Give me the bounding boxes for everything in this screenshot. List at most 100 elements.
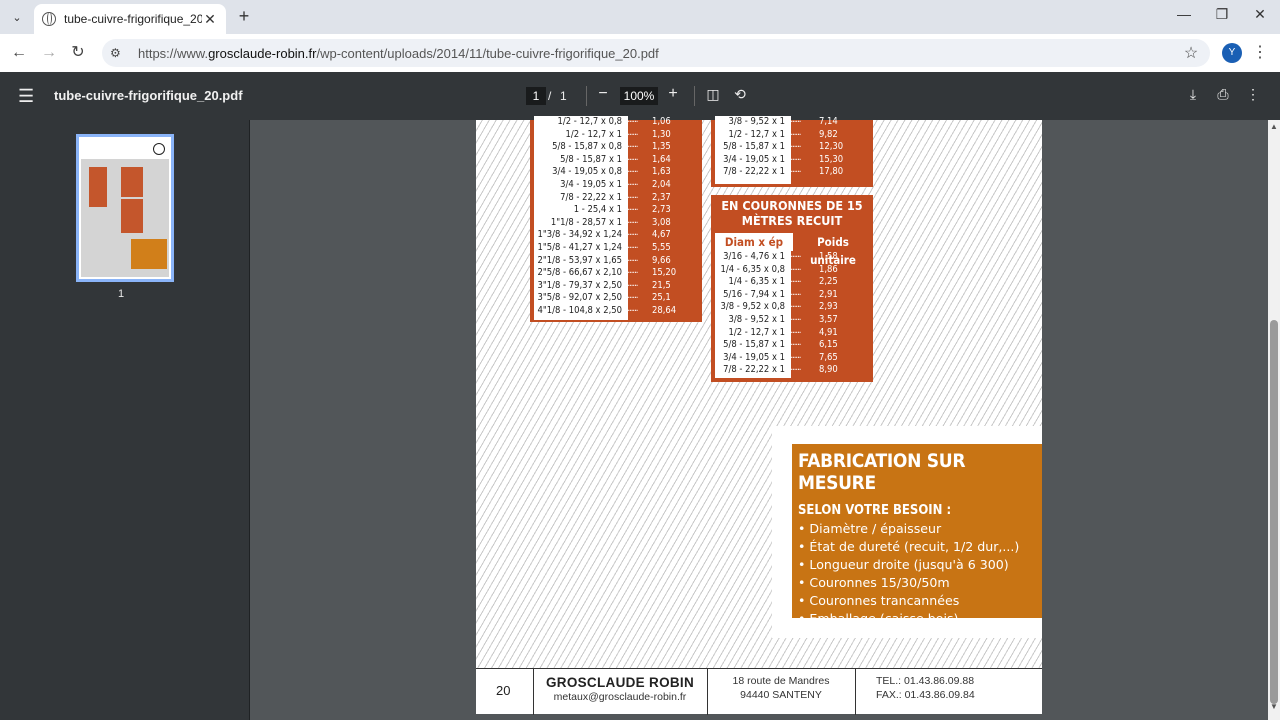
table-row: 3"5/8 - 92,07 x 2,50........ 25,1 (534, 290, 698, 305)
leader-dots: ........ (787, 311, 801, 323)
footer-address-line2: 94440 SANTENY (740, 689, 822, 701)
page-number-input[interactable]: 1 (526, 87, 546, 105)
new-tab-plus-icon[interactable]: + (234, 6, 254, 27)
weight-cell: 15,30 (819, 153, 844, 165)
couronnes-table: 3/16 - 4,76 x 1........ 1,58 1/4 - 6,35 x … (715, 249, 869, 377)
site-info-icon[interactable]: ⚙ (110, 46, 130, 60)
leader-dots: ........ (624, 252, 638, 264)
thumbnail-preview (81, 139, 169, 277)
weight-cell: 17,80 (819, 166, 844, 178)
fabrication-item: • Couronnes trancannées (798, 593, 960, 608)
fit-to-page-icon[interactable]: ◫ (703, 86, 723, 103)
weight-cell: 25,1 (652, 292, 671, 304)
bookmark-star-icon[interactable]: ☆ (1180, 43, 1202, 63)
fabrication-list: • Diamètre / épaisseur • État de dureté (… (798, 521, 1036, 626)
leader-dots: ........ (624, 302, 638, 314)
table-row: 1"1/8 - 28,57 x 1........ 3,08 (534, 215, 698, 230)
page-separator: / (548, 89, 552, 103)
tab-search-chevron-icon[interactable]: ⌄ (6, 6, 28, 28)
footer-tel: TEL.: 01.43.86.09.88 (876, 675, 975, 687)
fabrication-title: FABRICATION SUR MESURE (798, 450, 966, 494)
weight-cell: 1,06 (652, 116, 671, 127)
weight-cell: 1,63 (652, 166, 671, 178)
table-row: 2"5/8 - 66,67 x 2,10........ 15,20 (534, 265, 698, 280)
diameter-cell: 1"1/8 - 28,57 x 1 (550, 216, 622, 228)
thumbnail-table (89, 167, 107, 207)
tab-title: tube-cuivre-frigorifique_20.pdf (64, 12, 202, 26)
restore-icon[interactable]: ❐ (1210, 6, 1234, 23)
leader-dots: ........ (787, 299, 801, 311)
scroll-thumb[interactable] (1270, 320, 1278, 704)
browser-toolbar: ← → ↻ ⚙ https://www.grosclaude-robin.fr/… (0, 34, 1280, 72)
vertical-scrollbar[interactable]: ▲ ▼ (1268, 120, 1280, 720)
url-text[interactable]: https://www.grosclaude-robin.fr/wp-conte… (138, 46, 1180, 61)
leader-dots: ........ (787, 324, 801, 336)
profile-avatar[interactable]: Y (1222, 43, 1242, 63)
weight-cell: 4,67 (652, 229, 671, 241)
diameter-cell: 3/4 - 19,05 x 1 (723, 351, 785, 363)
diameter-cell: 3/4 - 19,05 x 0,8 (552, 166, 622, 178)
weight-cell: 5,55 (652, 241, 671, 253)
table-row: 7/8 - 22,22 x 1........ 2,37 (534, 190, 698, 205)
footer-address-line1: 18 route de Mandres (732, 675, 830, 687)
back-arrow-icon[interactable]: ← (8, 42, 30, 64)
diameter-cell: 3/8 - 9,52 x 1 (728, 116, 785, 127)
weight-cell: 2,25 (819, 276, 838, 288)
table-row: 3"1/8 - 79,37 x 2,50........ 21,5 (534, 278, 698, 293)
weight-cell: 2,93 (819, 301, 838, 313)
table-row: 5/8 - 15,87 x 1........ 1,64 (534, 152, 698, 167)
zoom-level-input[interactable]: 100% (620, 87, 658, 105)
forward-arrow-icon[interactable]: → (38, 42, 60, 64)
table-row: 1/2 - 12,7 x 1........ 1,30 (534, 127, 698, 142)
window-close-icon[interactable]: ✕ (1248, 6, 1272, 23)
hamburger-menu-icon[interactable]: ☰ (18, 86, 34, 107)
zoom-in-icon[interactable]: + (663, 85, 683, 103)
address-bar[interactable]: ⚙ https://www.grosclaude-robin.fr/wp-con… (102, 39, 1210, 67)
diameter-cell: 1 - 25,4 x 1 (573, 204, 622, 216)
weight-cell: 1,58 (819, 251, 838, 262)
footer-email: metaux@grosclaude-robin.fr (553, 691, 687, 703)
zoom-out-icon[interactable]: − (593, 85, 613, 103)
leader-dots: ........ (624, 227, 638, 239)
scroll-down-arrow-icon[interactable]: ▼ (1268, 702, 1280, 711)
rotate-icon[interactable]: ⟲ (730, 86, 750, 103)
diameter-cell: 3/8 - 9,52 x 0,8 (720, 301, 786, 313)
diameter-cell: 1/4 - 6,35 x 1 (728, 276, 785, 288)
diameter-cell: 2"1/8 - 53,97 x 1,65 (537, 254, 622, 266)
pdf-file-name: tube-cuivre-frigorifique_20.pdf (54, 88, 243, 103)
thumbnail-fabrication-box (131, 239, 167, 269)
leader-dots: ........ (624, 290, 638, 302)
diameter-cell: 1/2 - 12,7 x 0,8 (557, 116, 623, 127)
tab-close-icon[interactable]: ✕ (202, 11, 218, 28)
leader-dots: ........ (787, 151, 801, 163)
chrome-menu-icon[interactable]: ⋮ (1252, 42, 1268, 62)
reload-icon[interactable]: ↻ (67, 42, 89, 64)
fabrication-item: • Couronnes 15/30/50m (798, 575, 950, 590)
leader-dots: ........ (624, 239, 638, 251)
table-row: 3/4 - 19,05 x 1........ 2,04 (534, 177, 698, 192)
leader-dots: ........ (787, 164, 801, 176)
diameter-cell: 1/2 - 12,7 x 1 (565, 128, 622, 140)
table-row: 5/8 - 15,87 x 0,8........ 1,35 (534, 139, 698, 154)
print-icon[interactable]: ⎙ (1213, 86, 1233, 103)
page-thumbnail[interactable] (76, 134, 174, 282)
tab-strip: ⌄ tube-cuivre-frigorifique_20.pdf ✕ + — … (0, 0, 1280, 34)
diameter-cell: 5/8 - 15,87 x 1 (723, 141, 785, 153)
weight-cell: 1,64 (652, 153, 671, 165)
page-total: 1 (560, 89, 567, 103)
weight-cell: 3,57 (819, 313, 838, 325)
more-actions-icon[interactable]: ⋮ (1243, 86, 1263, 103)
weight-cell: 8,90 (819, 364, 838, 376)
download-icon[interactable]: ⤓ (1183, 86, 1203, 103)
fabrication-item: • Emballage (caisse bois) (798, 611, 959, 626)
minimize-icon[interactable]: — (1172, 6, 1196, 22)
diameter-cell: 3/4 - 19,05 x 1 (560, 178, 622, 190)
diameter-cell: 1/2 - 12,7 x 1 (728, 326, 785, 338)
table-left: 1/2 - 12,7 x 0,8........ 1,06 1/2 - 12,7 x… (534, 114, 698, 318)
couronnes-weight-header: Poids unitaire (810, 235, 856, 267)
scroll-up-arrow-icon[interactable]: ▲ (1268, 122, 1280, 131)
browser-tab[interactable]: tube-cuivre-frigorifique_20.pdf ✕ (34, 4, 226, 34)
diameter-cell: 4"1/8 - 104,8 x 2,50 (537, 304, 622, 316)
table-right-top: 3/8 - 9,52 x 1........ 7,14 1/2 - 12,7 x 1… (715, 114, 869, 179)
table-row: 7/8 - 22,22 x 1........ 17,80 (715, 164, 869, 179)
